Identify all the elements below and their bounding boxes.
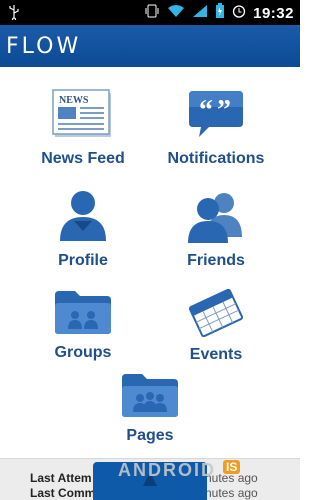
last-comment-label: Last Comm (30, 486, 96, 500)
tile-friends[interactable]: Friends (146, 187, 286, 270)
last-attempt-label: Last Attem (30, 471, 92, 485)
battery-icon (215, 3, 225, 24)
speech-bubble-icon: “ ” (146, 87, 286, 146)
tile-notifications[interactable]: “ ” Notifications (146, 87, 286, 168)
tile-profile[interactable]: Profile (13, 187, 153, 270)
news-feed-label: News Feed (41, 150, 125, 167)
last-comment-value: nutes ago (205, 486, 258, 500)
svg-text:”: ” (217, 95, 231, 126)
status-bar: 19:32 (0, 0, 300, 25)
svg-text:“: “ (199, 95, 213, 126)
notifications-label: Notifications (167, 150, 265, 167)
watermark-text: ANDROID (118, 460, 216, 480)
usb-icon (8, 4, 20, 25)
app-title: FLOW (6, 34, 82, 59)
tile-events[interactable]: Events (146, 288, 286, 364)
folder-people-icon (80, 372, 220, 423)
people-icon (146, 187, 286, 248)
groups-label: Groups (54, 344, 112, 361)
app-bar: FLOW (0, 25, 300, 67)
pages-label: Pages (126, 427, 174, 444)
alarm-icon (232, 4, 246, 23)
folder-icon (13, 289, 153, 340)
tile-pages[interactable]: Pages (80, 372, 220, 445)
wifi-icon (167, 4, 185, 23)
profile-label: Profile (58, 252, 108, 269)
vibrate-icon (144, 3, 160, 24)
status-clock: 19:32 (253, 5, 294, 22)
friends-label: Friends (187, 252, 245, 269)
events-label: Events (189, 346, 243, 363)
watermark-logo: ANDROID IS (118, 460, 241, 481)
calendar-icon (146, 288, 286, 342)
tile-news-feed[interactable]: NEWS News Feed (13, 87, 153, 168)
newspaper-icon: NEWS (13, 87, 153, 146)
person-icon (13, 187, 153, 248)
svg-text:NEWS: NEWS (59, 95, 89, 106)
watermark-badge: IS (223, 460, 241, 474)
signal-icon (192, 4, 208, 23)
tile-groups[interactable]: Groups (13, 289, 153, 362)
